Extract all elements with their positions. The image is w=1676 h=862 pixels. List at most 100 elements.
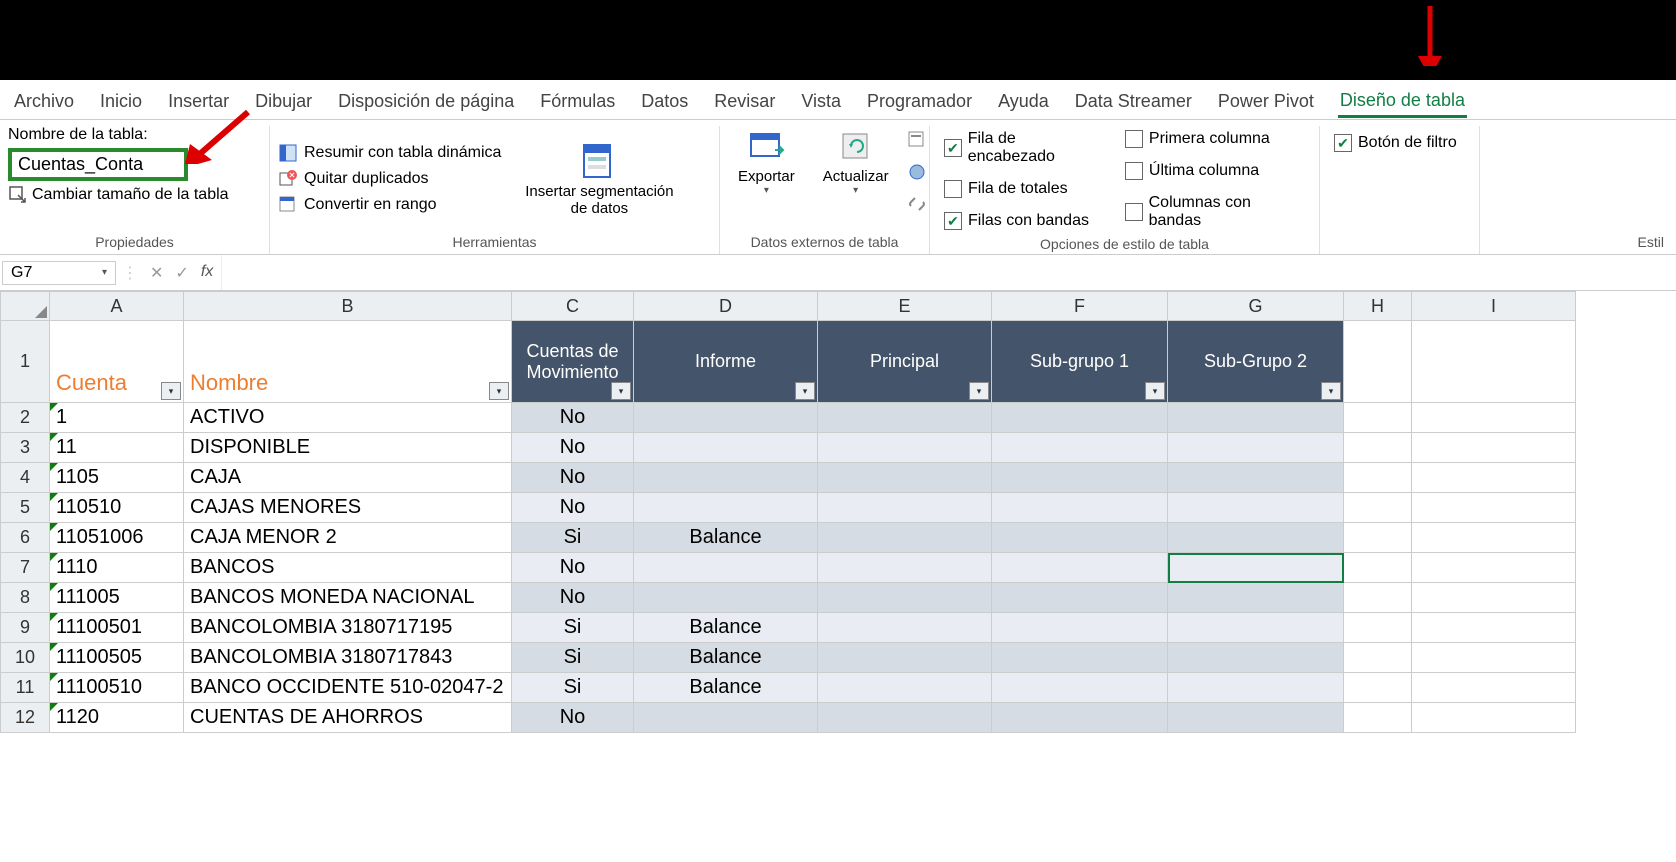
table-header-cuentas-movimiento[interactable]: Cuentas de Movimiento ▾ xyxy=(512,321,634,403)
cell[interactable] xyxy=(992,433,1168,463)
cell[interactable] xyxy=(1344,321,1412,403)
col-header[interactable]: F xyxy=(992,291,1168,321)
table-header-nombre[interactable]: Nombre ▾ xyxy=(184,321,512,403)
formula-input[interactable] xyxy=(221,255,1676,290)
cell[interactable]: Si xyxy=(512,643,634,673)
cell[interactable] xyxy=(992,523,1168,553)
cell[interactable] xyxy=(1168,583,1344,613)
col-header[interactable]: H xyxy=(1344,291,1412,321)
row-header[interactable]: 4 xyxy=(0,463,50,493)
cell[interactable] xyxy=(818,493,992,523)
cell[interactable] xyxy=(634,463,818,493)
col-header[interactable]: A xyxy=(50,291,184,321)
row-header[interactable]: 1 xyxy=(0,321,50,403)
cell[interactable]: 1120 xyxy=(50,703,184,733)
cell[interactable]: 11051006 xyxy=(50,523,184,553)
table-header-subgrupo1[interactable]: Sub-grupo 1 ▾ xyxy=(992,321,1168,403)
row-header[interactable]: 6 xyxy=(0,523,50,553)
cell[interactable] xyxy=(1344,523,1412,553)
cell[interactable]: No xyxy=(512,493,634,523)
name-box[interactable]: G7 ▾ xyxy=(2,261,116,285)
cell[interactable]: 1110 xyxy=(50,553,184,583)
cell[interactable] xyxy=(992,493,1168,523)
check-filter-button[interactable]: ✔Botón de filtro xyxy=(1334,134,1457,152)
table-header-informe[interactable]: Informe ▾ xyxy=(634,321,818,403)
cell[interactable] xyxy=(1344,613,1412,643)
table-header-cuenta[interactable]: Cuenta ▾ xyxy=(50,321,184,403)
tab-datos[interactable]: Datos xyxy=(639,87,690,116)
cell[interactable]: ACTIVO xyxy=(184,403,512,433)
cell[interactable] xyxy=(1168,703,1344,733)
cell[interactable] xyxy=(1412,613,1576,643)
cell[interactable] xyxy=(1344,493,1412,523)
cell[interactable] xyxy=(1168,433,1344,463)
cell[interactable]: CAJA xyxy=(184,463,512,493)
cell[interactable]: Balance xyxy=(634,643,818,673)
filter-dropdown-icon[interactable]: ▾ xyxy=(1145,382,1165,400)
cell[interactable] xyxy=(818,403,992,433)
cell[interactable] xyxy=(1344,553,1412,583)
row-header[interactable]: 2 xyxy=(0,403,50,433)
open-browser-icon[interactable] xyxy=(907,162,927,182)
cell[interactable]: 11 xyxy=(50,433,184,463)
cell[interactable]: 1105 xyxy=(50,463,184,493)
col-header[interactable]: E xyxy=(818,291,992,321)
check-banded-rows[interactable]: ✔Filas con bandas xyxy=(944,212,1105,230)
cell[interactable] xyxy=(992,403,1168,433)
cell[interactable] xyxy=(992,583,1168,613)
cell[interactable] xyxy=(1168,673,1344,703)
unlink-icon[interactable] xyxy=(907,194,927,214)
row-header[interactable]: 3 xyxy=(0,433,50,463)
cell[interactable] xyxy=(1168,403,1344,433)
cell[interactable] xyxy=(1168,613,1344,643)
filter-dropdown-icon[interactable]: ▾ xyxy=(969,382,989,400)
cell[interactable] xyxy=(1168,523,1344,553)
cell[interactable]: CAJAS MENORES xyxy=(184,493,512,523)
cell[interactable] xyxy=(1412,643,1576,673)
cell[interactable]: Si xyxy=(512,613,634,643)
cell[interactable] xyxy=(1168,493,1344,523)
cell[interactable] xyxy=(634,433,818,463)
cell[interactable] xyxy=(992,703,1168,733)
tab-vista[interactable]: Vista xyxy=(799,87,843,116)
col-header[interactable]: G xyxy=(1168,291,1344,321)
col-header[interactable]: C xyxy=(512,291,634,321)
cell[interactable] xyxy=(1344,673,1412,703)
table-header-subgrupo2[interactable]: Sub-Grupo 2 ▾ xyxy=(1168,321,1344,403)
col-header[interactable]: B xyxy=(184,291,512,321)
cell[interactable] xyxy=(634,583,818,613)
cell[interactable]: No xyxy=(512,703,634,733)
cell[interactable] xyxy=(634,553,818,583)
cell[interactable]: Si xyxy=(512,523,634,553)
cell[interactable]: BANCOLOMBIA 3180717195 xyxy=(184,613,512,643)
cell[interactable]: Balance xyxy=(634,523,818,553)
cell[interactable] xyxy=(818,523,992,553)
cell[interactable]: 11100505 xyxy=(50,643,184,673)
cell[interactable]: No xyxy=(512,463,634,493)
cell[interactable] xyxy=(1412,553,1576,583)
cell[interactable] xyxy=(818,673,992,703)
resize-table-button[interactable]: Cambiar tamaño de la tabla xyxy=(8,185,229,205)
table-name-input[interactable] xyxy=(8,148,188,181)
cell[interactable]: Si xyxy=(512,673,634,703)
cell[interactable] xyxy=(1412,583,1576,613)
cell[interactable] xyxy=(1412,463,1576,493)
cell[interactable]: Balance xyxy=(634,673,818,703)
cell[interactable]: 1 xyxy=(50,403,184,433)
cell[interactable] xyxy=(634,703,818,733)
tab-revisar[interactable]: Revisar xyxy=(712,87,777,116)
row-header[interactable]: 10 xyxy=(0,643,50,673)
cell[interactable]: BANCOS xyxy=(184,553,512,583)
cell[interactable] xyxy=(992,463,1168,493)
filter-dropdown-icon[interactable]: ▾ xyxy=(1321,382,1341,400)
cell[interactable] xyxy=(818,583,992,613)
filter-dropdown-icon[interactable]: ▾ xyxy=(489,382,509,400)
tab-formulas[interactable]: Fórmulas xyxy=(538,87,617,116)
cell[interactable]: 110510 xyxy=(50,493,184,523)
check-first-col[interactable]: Primera columna xyxy=(1125,130,1305,148)
col-header[interactable]: I xyxy=(1412,291,1576,321)
remove-duplicates-button[interactable]: Quitar duplicados xyxy=(278,169,501,189)
cell[interactable]: 11100501 xyxy=(50,613,184,643)
cell[interactable] xyxy=(818,433,992,463)
cell[interactable] xyxy=(1412,433,1576,463)
